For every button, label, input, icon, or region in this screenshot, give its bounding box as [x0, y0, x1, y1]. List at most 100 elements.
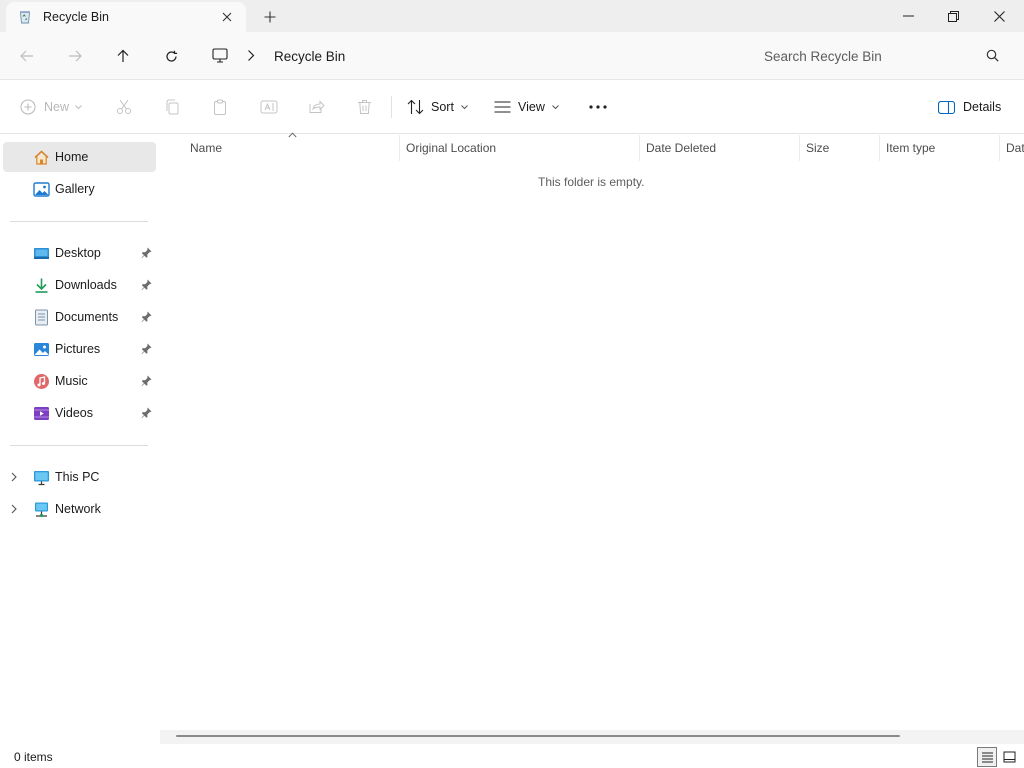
sidebar-item-label: Documents	[55, 310, 119, 324]
network-icon	[35, 502, 48, 518]
restore-icon[interactable]	[930, 0, 976, 32]
rename-icon	[260, 100, 278, 114]
details-view-icon	[981, 752, 993, 763]
chevron-right-icon[interactable]	[247, 49, 255, 62]
sidebar-item-home[interactable]: Home	[3, 142, 156, 172]
gallery-icon	[33, 182, 50, 197]
videos-icon	[34, 407, 49, 420]
this-pc-icon[interactable]	[212, 48, 228, 63]
sidebar-item-pictures[interactable]: Pictures	[3, 334, 156, 364]
scrollbar-thumb[interactable]	[176, 735, 900, 737]
details-view-button[interactable]	[977, 747, 997, 767]
details-pane-button[interactable]: Details	[938, 94, 1001, 120]
new-button[interactable]: New	[20, 94, 82, 120]
sidebar-item-label: Downloads	[55, 278, 117, 292]
toolbar-separator	[391, 96, 392, 118]
sidebar-item-label: Music	[55, 374, 88, 388]
pictures-icon	[34, 343, 49, 356]
search-box[interactable]: Search Recycle Bin	[748, 40, 1012, 72]
share-button[interactable]	[308, 94, 325, 120]
this-pc-icon	[34, 471, 49, 486]
copy-button[interactable]	[164, 94, 180, 120]
sidebar-item-gallery[interactable]: Gallery	[3, 174, 156, 204]
sidebar-item-desktop[interactable]: Desktop	[3, 238, 156, 268]
title-bar: Recycle Bin	[0, 0, 1024, 32]
sidebar-divider	[10, 221, 148, 222]
chevron-down-icon	[552, 104, 559, 109]
view-button[interactable]: View	[494, 94, 559, 120]
address-bar[interactable]: Recycle Bin	[200, 40, 736, 72]
new-tab-icon[interactable]	[261, 8, 279, 26]
search-input[interactable]: Search Recycle Bin	[764, 49, 882, 64]
column-header-size[interactable]: Size	[800, 135, 880, 161]
sidebar-item-label: This PC	[55, 470, 100, 484]
empty-folder-message: This folder is empty.	[538, 175, 645, 189]
file-list: Name Original Location Date Deleted Size…	[160, 132, 1024, 730]
desktop-icon	[34, 248, 49, 259]
sidebar-item-label: Pictures	[55, 342, 101, 356]
more-options-button[interactable]	[589, 94, 607, 120]
pin-icon[interactable]	[141, 279, 152, 291]
documents-icon	[35, 309, 48, 326]
sidebar-item-downloads[interactable]: Downloads	[3, 270, 156, 300]
column-header-date-deleted[interactable]: Date Deleted	[640, 135, 800, 161]
pin-icon[interactable]	[141, 375, 152, 387]
column-label: Name	[190, 141, 223, 155]
search-icon[interactable]	[986, 49, 999, 62]
forward-icon[interactable]	[63, 44, 87, 68]
refresh-icon[interactable]	[159, 44, 183, 68]
column-label: Original Location	[406, 141, 497, 155]
chevron-down-icon	[75, 104, 82, 109]
chevron-down-icon	[461, 104, 468, 109]
back-icon[interactable]	[15, 44, 39, 68]
tiles-view-icon	[1003, 751, 1015, 763]
details-label: Details	[963, 100, 1002, 114]
column-label: Size	[806, 141, 830, 155]
sidebar-item-label: Videos	[55, 406, 93, 420]
column-header-item-type[interactable]: Item type	[880, 135, 1000, 161]
sidebar-item-network[interactable]: Network	[3, 494, 156, 524]
cut-button[interactable]	[116, 94, 132, 120]
column-header-date[interactable]: Dat	[1000, 135, 1024, 161]
chevron-right-icon[interactable]	[11, 504, 18, 514]
pin-icon[interactable]	[141, 311, 152, 323]
column-label: Date Deleted	[646, 141, 717, 155]
pin-icon[interactable]	[141, 247, 152, 259]
delete-icon	[358, 100, 371, 114]
sidebar-item-music[interactable]: Music	[3, 366, 156, 396]
sidebar-item-label: Network	[55, 502, 101, 516]
sidebar-item-label: Gallery	[55, 182, 95, 196]
new-label: New	[44, 100, 70, 114]
paste-button[interactable]	[212, 94, 228, 120]
column-header-name[interactable]: Name	[184, 135, 400, 161]
pin-icon[interactable]	[141, 343, 152, 355]
sidebar-item-documents[interactable]: Documents	[3, 302, 156, 332]
details-pane-icon	[938, 100, 955, 114]
cut-icon	[117, 99, 131, 114]
close-window-icon[interactable]	[976, 0, 1022, 32]
column-header-original-location[interactable]: Original Location	[400, 135, 640, 161]
rename-button[interactable]	[260, 94, 278, 120]
plus-circle-icon	[20, 99, 36, 115]
sidebar-item-videos[interactable]: Videos	[3, 398, 156, 428]
view-list-icon	[494, 101, 511, 113]
navigation-pane: Home Gallery Desktop Downloads Documents…	[0, 135, 160, 730]
tab-recycle-bin[interactable]: Recycle Bin	[6, 2, 246, 32]
horizontal-scrollbar[interactable]	[160, 730, 1024, 744]
close-tab-icon[interactable]	[219, 9, 235, 25]
breadcrumb-recycle-bin[interactable]: Recycle Bin	[274, 49, 345, 64]
downloads-icon	[35, 278, 48, 293]
minimize-icon[interactable]	[885, 0, 931, 32]
sidebar-item-this-pc[interactable]: This PC	[3, 462, 156, 492]
column-label: Item type	[886, 141, 936, 155]
pin-icon[interactable]	[141, 407, 152, 419]
delete-button[interactable]	[357, 94, 372, 120]
item-count: 0 items	[14, 750, 53, 764]
up-icon[interactable]	[111, 44, 135, 68]
sort-icon	[407, 99, 424, 115]
sort-button[interactable]: Sort	[407, 94, 468, 120]
share-icon	[309, 100, 325, 113]
tiles-view-button[interactable]	[999, 747, 1019, 767]
command-bar: New Sort View Details	[0, 80, 1024, 134]
chevron-right-icon[interactable]	[11, 472, 18, 482]
